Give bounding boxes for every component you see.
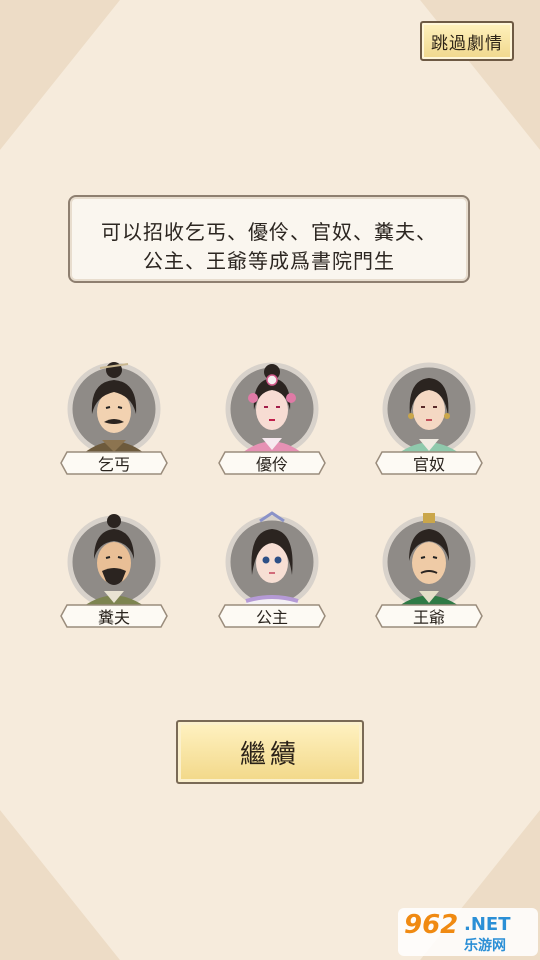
character-label-nightsoil-man: 糞夫 bbox=[60, 604, 168, 628]
watermark-site-name: 乐游网 bbox=[464, 938, 506, 954]
prince-portrait-icon bbox=[382, 513, 476, 609]
character-card-beggar[interactable]: 乞丐 bbox=[60, 352, 182, 482]
character-card-nightsoil-man[interactable]: 糞夫 bbox=[60, 505, 182, 635]
servant-portrait-icon bbox=[382, 362, 476, 456]
character-card-princess[interactable]: 公主 bbox=[218, 505, 340, 635]
character-card-performer[interactable]: 優伶 bbox=[218, 352, 340, 482]
watermark-number: 962 bbox=[404, 910, 459, 940]
character-label-performer: 優伶 bbox=[218, 451, 326, 475]
nightsoil-man-portrait-icon bbox=[67, 514, 161, 609]
intro-text-line-2: 公主、王爺等成爲書院門生 bbox=[143, 249, 395, 273]
character-label-beggar: 乞丐 bbox=[60, 451, 168, 475]
intro-text-line-1: 可以招收乞丐、優伶、官奴、糞夫、 bbox=[101, 220, 437, 244]
continue-button[interactable]: 繼續 bbox=[176, 720, 364, 784]
character-card-prince[interactable]: 王爺 bbox=[375, 505, 497, 635]
watermark-suffix: .NET bbox=[464, 914, 511, 935]
beggar-portrait-icon bbox=[67, 362, 161, 456]
performer-portrait-icon bbox=[225, 362, 319, 456]
character-card-servant[interactable]: 官奴 bbox=[375, 352, 497, 482]
skip-story-button[interactable]: 跳過劇情 bbox=[420, 21, 514, 61]
character-label-servant: 官奴 bbox=[375, 451, 483, 475]
princess-portrait-icon bbox=[225, 511, 319, 609]
character-label-prince: 王爺 bbox=[375, 604, 483, 628]
site-watermark: 962 .NET 乐游网 bbox=[398, 908, 538, 956]
character-label-princess: 公主 bbox=[218, 604, 326, 628]
intro-dialog: 可以招收乞丐、優伶、官奴、糞夫、 公主、王爺等成爲書院門生 bbox=[68, 195, 470, 283]
